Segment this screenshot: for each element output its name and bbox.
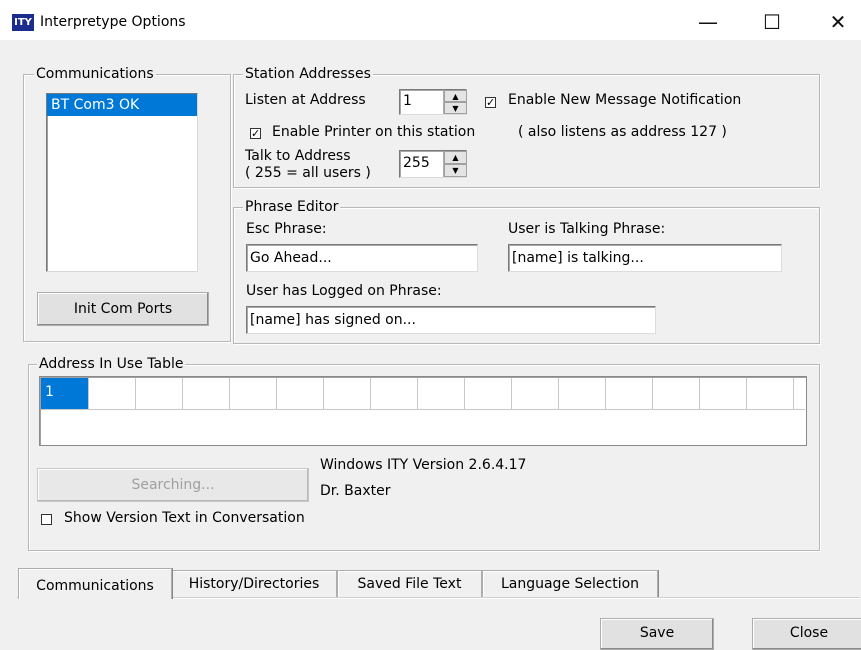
listen-address-spin-buttons[interactable]: ▲ ▼ <box>443 90 467 114</box>
enable-printer-checkbox[interactable]: ✓ <box>250 128 261 139</box>
grid-cell[interactable] <box>606 378 653 410</box>
init-com-ports-button[interactable]: Init Com Ports <box>37 292 209 326</box>
grid-cell[interactable] <box>324 378 371 410</box>
close-button[interactable]: Close <box>752 618 861 650</box>
grid-cell[interactable] <box>89 378 136 410</box>
searching-button[interactable]: Searching... <box>37 468 309 502</box>
com-port-item[interactable]: BT Com3 OK <box>47 94 197 116</box>
esc-phrase-input[interactable]: Go Ahead... <box>246 244 478 272</box>
listen-address-value: 1 <box>403 93 412 109</box>
tab-saved-file-text[interactable]: Saved File Text <box>337 570 482 597</box>
address-table-title: Address In Use Table <box>37 356 186 372</box>
grid-cell[interactable] <box>465 378 512 410</box>
grid-cell[interactable] <box>747 378 794 410</box>
grid-cell[interactable] <box>183 378 230 410</box>
enable-notification-label: Enable New Message Notification <box>508 92 742 108</box>
talking-phrase-label: User is Talking Phrase: <box>508 221 666 237</box>
communications-group-title: Communications <box>34 66 156 82</box>
grid-cell[interactable] <box>559 378 606 410</box>
enable-notification-checkbox[interactable]: ✓ <box>485 97 496 108</box>
grid-cell[interactable] <box>230 378 277 410</box>
spin-down-icon[interactable]: ▼ <box>444 102 467 114</box>
save-button[interactable]: Save <box>600 618 714 650</box>
version-text: Windows ITY Version 2.6.4.17 <box>320 457 527 473</box>
tab-language-selection[interactable]: Language Selection <box>482 570 658 597</box>
searching-label: Searching... <box>131 477 215 493</box>
tab-history-directories[interactable]: History/Directories <box>171 570 337 597</box>
enable-printer-label: Enable Printer on this station <box>272 124 476 140</box>
grid-cell[interactable] <box>136 378 183 410</box>
grid-cell[interactable] <box>418 378 465 410</box>
grid-cell[interactable] <box>277 378 324 410</box>
show-version-label: Show Version Text in Conversation <box>64 510 305 526</box>
esc-phrase-value: Go Ahead... <box>250 250 332 266</box>
grid-cell[interactable] <box>371 378 418 410</box>
grid-cell[interactable]: 1 <box>41 378 89 410</box>
com-port-list[interactable]: BT Com3 OK <box>46 93 198 272</box>
minimize-button[interactable]: — <box>688 8 728 36</box>
init-com-ports-label: Init Com Ports <box>73 301 173 317</box>
communications-group-title-text: Communications <box>36 66 154 82</box>
talking-phrase-input[interactable]: [name] is talking... <box>508 244 782 272</box>
show-version-checkbox[interactable] <box>41 514 52 525</box>
talking-phrase-value: [name] is talking... <box>512 250 644 266</box>
grid-cell[interactable] <box>700 378 747 410</box>
spin-down-icon[interactable]: ▼ <box>444 164 467 177</box>
tab-history-label: History/Directories <box>188 576 320 592</box>
printer-note: ( also listens as address 127 ) <box>518 124 727 140</box>
save-button-label: Save <box>639 625 675 641</box>
talk-address-value: 255 <box>403 155 430 171</box>
grid-cell[interactable] <box>512 378 559 410</box>
phrase-editor-title: Phrase Editor <box>243 199 341 215</box>
grid-cell[interactable] <box>653 378 700 410</box>
listen-address-label: Listen at Address <box>245 92 366 108</box>
window-title: Interpretype Options <box>40 14 186 30</box>
close-button-label: Close <box>789 625 829 641</box>
author-text: Dr. Baxter <box>320 483 391 499</box>
logged-on-phrase-label: User has Logged on Phrase: <box>246 283 442 299</box>
tab-language-label: Language Selection <box>500 576 640 592</box>
app-icon: ITY <box>12 14 34 31</box>
logged-on-phrase-input[interactable]: [name] has signed on... <box>246 306 656 334</box>
grid-cell[interactable] <box>794 378 805 410</box>
tab-communications[interactable]: Communications <box>18 568 172 599</box>
tab-saved-file-label: Saved File Text <box>357 576 462 592</box>
station-addresses-title: Station Addresses <box>243 66 373 82</box>
address-grid[interactable]: 1 <box>39 376 807 446</box>
tab-communications-label: Communications <box>36 578 154 594</box>
talk-address-label-line2: ( 255 = all users ) <box>245 165 371 181</box>
spin-up-icon[interactable]: ▲ <box>444 90 467 102</box>
esc-phrase-label: Esc Phrase: <box>246 221 327 237</box>
talk-address-spin-buttons[interactable]: ▲ ▼ <box>443 151 467 177</box>
logged-on-phrase-value: [name] has signed on... <box>250 312 416 328</box>
close-window-button[interactable]: ✕ <box>818 8 858 36</box>
grid-cell-value: 1 <box>45 384 54 400</box>
spin-up-icon[interactable]: ▲ <box>444 151 467 164</box>
talk-address-label-line1: Talk to Address <box>245 148 351 164</box>
talk-address-label: Talk to Address ( 255 = all users ) <box>245 148 371 182</box>
maximize-button[interactable]: ☐ <box>752 8 792 36</box>
